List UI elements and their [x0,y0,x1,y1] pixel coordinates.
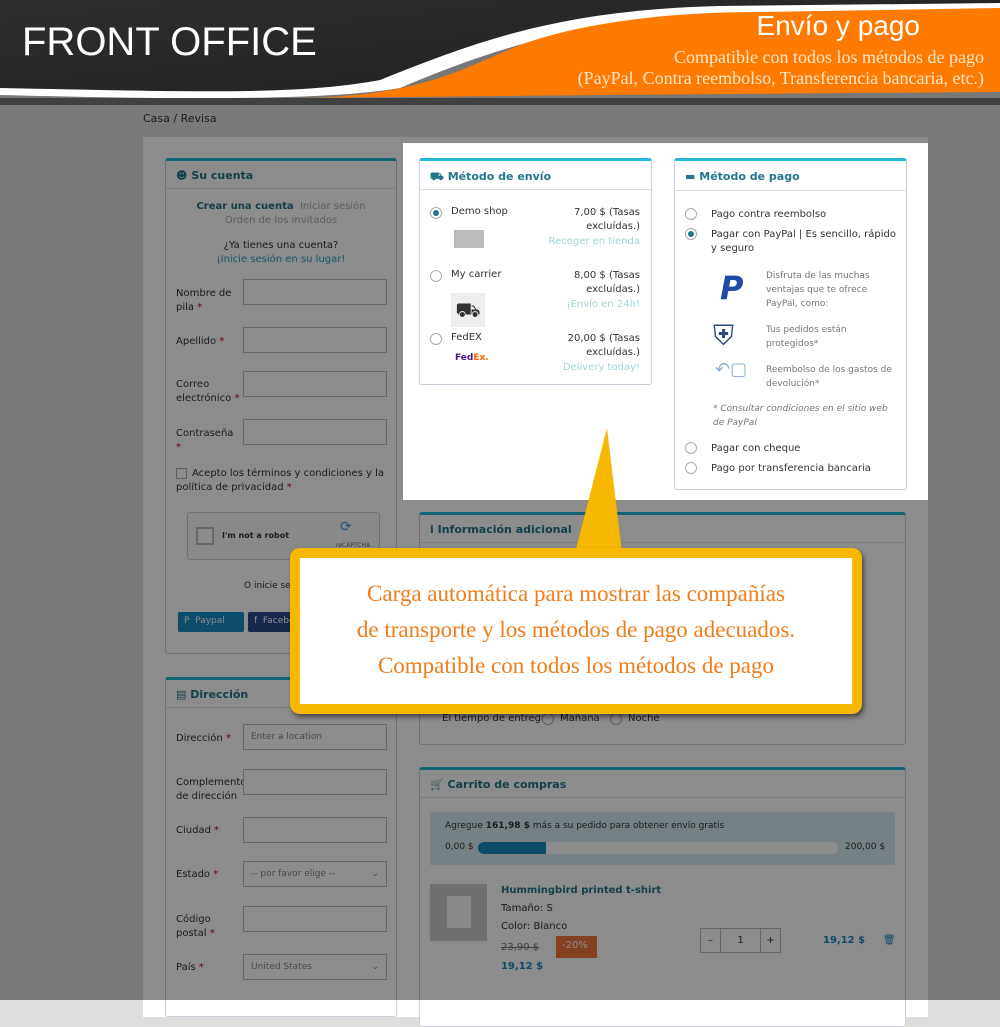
callout-text: Carga automática para mostrar las compañ… [300,558,852,704]
paypal-benefit: Tus pedidos están protegidos* [766,325,847,349]
shipping-title: Método de envío [447,170,552,183]
shipping-panel: ⛟ Método de envío Demo shop 7,00 $ (Tasa… [419,158,652,385]
callout-line: Compatible con todos los métodos de pago [377,653,775,678]
fast-delivery-icon: ⛟ [451,293,485,327]
shield-icon: ⛨ [713,319,735,352]
carrier-name: Demo shop [451,206,508,217]
payment-option-label: Pago contra reembolso [711,209,827,220]
carrier-radio-my-carrier[interactable] [430,270,442,282]
promo-banner: FRONT OFFICE Envío y pago Compatible con… [0,0,1000,105]
callout-box: Carga automática para mostrar las compañ… [290,548,862,714]
shipping-header: ⛟ Método de envío [420,161,651,190]
carrier-name: FedEX [451,332,482,343]
payment-title: Método de pago [699,170,800,183]
banner-subtitle: Compatible con todos los métodos de pago… [578,47,984,89]
payment-radio-cod[interactable] [685,208,697,220]
paypal-benefit: Disfruta de las muchas ventajas que te o… [766,271,870,309]
credit-card-icon: ▬ [685,170,696,183]
payment-radio-cheque[interactable] [685,442,697,454]
callout-line: Carga automática para mostrar las compañ… [367,581,785,606]
carrier-delay: Recoger en tienda [548,236,640,247]
carrier-radio-fedex[interactable] [430,333,442,345]
carrier-price: 20,00 $ (Tasas excluídas.) [567,333,640,358]
subtitle-line: (PayPal, Contra reembolso, Transferencia… [577,68,984,88]
carrier-delay: ¡Envío en 24h! [566,299,640,310]
banner-feature: Envío y pago [756,10,920,41]
payment-option-label: Pagar con cheque [711,443,801,454]
carrier-price: 7,00 $ (Tasas excluídas.) [573,207,640,232]
paypal-note: * Consultar condiciones en el sitio web … [713,404,888,428]
payment-option-label: Pago por transferencia bancaria [711,463,871,474]
paypal-benefit: Reembolso de los gastos de devolución* [766,365,892,389]
fedex-logo: FedEx. [455,353,489,363]
carrier-radio-demo-shop[interactable] [430,207,442,219]
carrier-delay: Delivery today! [562,362,640,373]
truck-icon [454,230,484,248]
carrier-name: My carrier [451,269,502,280]
payment-header: ▬ Método de pago [675,161,906,191]
callout-pointer [575,428,622,553]
callout-line: de transporte y los métodos de pago adec… [356,617,796,642]
payment-panel: ▬ Método de pago Pago contra reembolso P… [674,158,907,490]
highlight-area: ⛟ Método de envío Demo shop 7,00 $ (Tasa… [403,143,928,500]
truck-icon: ⛟ [430,170,444,183]
banner-title: FRONT OFFICE [22,20,317,64]
payment-radio-transfer[interactable] [685,462,697,474]
carrier-price: 8,00 $ (Tasas excluídas.) [573,270,640,295]
paypal-logo: P [720,269,744,307]
payment-radio-paypal[interactable] [685,228,697,240]
payment-option-label: Pagar con PayPal | Es sencillo, rápido y… [711,229,896,254]
subtitle-line: Compatible con todos los métodos de pago [674,47,984,67]
return-box-icon: ↶▢ [715,359,748,380]
